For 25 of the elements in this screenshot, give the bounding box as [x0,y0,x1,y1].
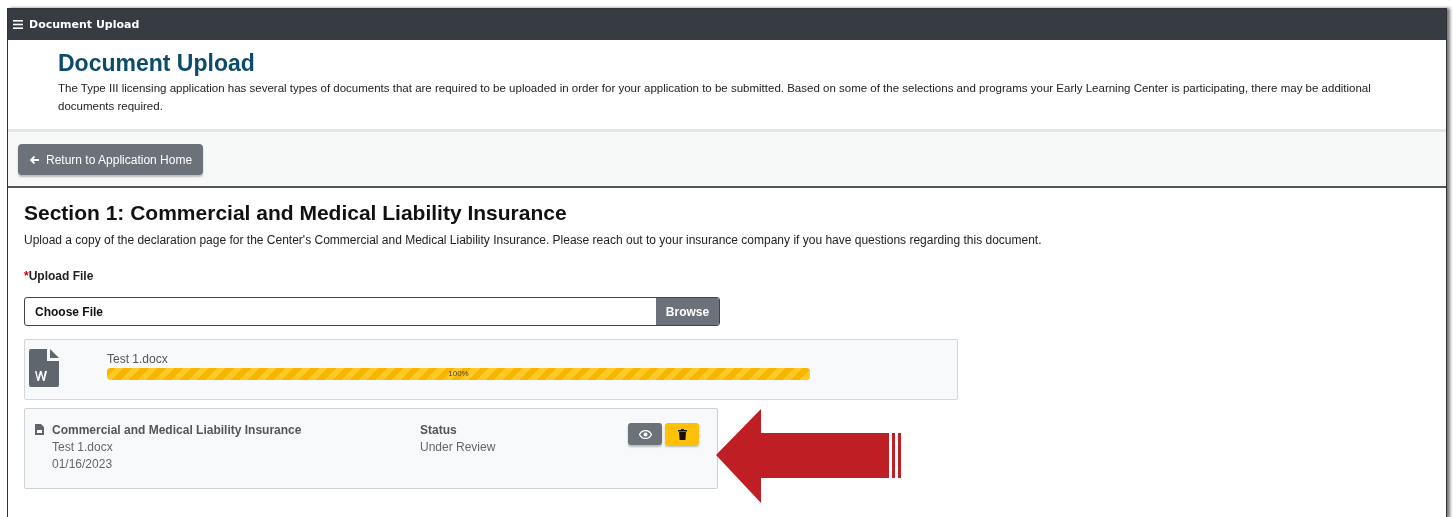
browse-button[interactable]: Browse [656,298,719,325]
document-date: 01/16/2023 [52,457,114,471]
document-title: Commercial and Medical Liability Insurance [52,423,303,437]
status-label: Status [420,423,458,437]
upload-filename: Test 1.docx [107,352,169,366]
required-mark: * [24,269,29,283]
trash-icon [677,428,687,440]
arrow-left-icon [29,154,40,165]
return-button[interactable]: Return to Application Home [18,144,204,175]
page-description: The Type III licensing application has several types of documents that are required to be uploaded in order for your application to be submitted. Based on some of the selections and programs your Early Learning Center is participating, there may be additional documents required. [58,81,1372,114]
view-button[interactable] [628,423,662,445]
section-description: Upload a copy of the declaration page for the Center's Commercial and Medical Liability Insurance. Please reach out to your insurance company if you have questions regarding this document. [24,233,1043,247]
eye-icon [638,429,652,439]
upload-label-text: Upload File [28,269,94,283]
delete-button[interactable] [665,423,699,445]
page-title: Document Upload [58,50,256,77]
section-title: Section 1: Commercial and Medical Liability Insurance [24,201,568,225]
file-icon [35,424,44,435]
menu-icon[interactable] [13,20,23,29]
top-bar-title: Document Upload [29,18,140,31]
file-input[interactable]: Choose File Browse [24,297,720,326]
document-filename: Test 1.docx [52,440,114,454]
word-file-icon [29,349,59,387]
progress-reading: 100% [448,368,469,380]
status-value: Under Review [420,440,497,454]
